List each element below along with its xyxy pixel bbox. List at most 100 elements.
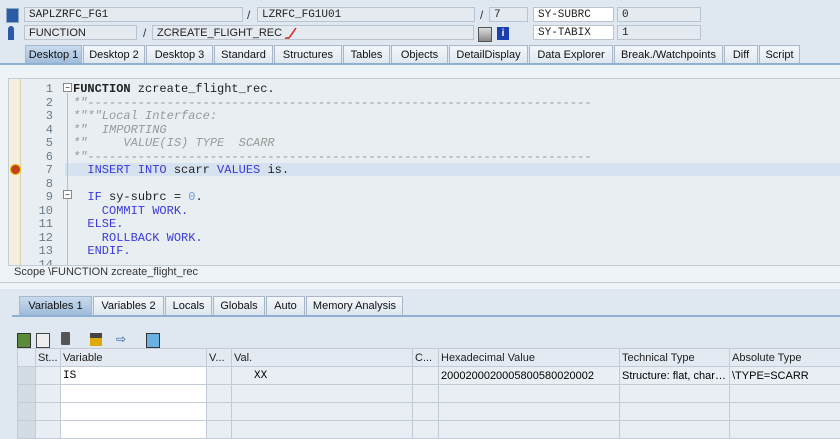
cell (439, 385, 620, 403)
row-selector[interactable] (18, 385, 36, 403)
variable-input[interactable]: IS (61, 367, 207, 385)
variable-input[interactable] (61, 385, 207, 403)
code-line: ELSE. (73, 217, 123, 231)
row-selector[interactable] (18, 403, 36, 421)
code-comment: *"--------------------------------------… (73, 96, 591, 110)
keyword: IF (73, 190, 102, 204)
include-field: LZRFC_FG1U01 (257, 7, 475, 22)
column-header[interactable]: Technical Type (620, 349, 730, 367)
tab-script[interactable]: Script (759, 45, 800, 64)
cell (232, 385, 413, 403)
row-selector-header[interactable] (18, 349, 36, 367)
tab-tables[interactable]: Tables (343, 45, 390, 64)
filter-icon[interactable] (146, 333, 160, 348)
event-type-field: FUNCTION (24, 25, 137, 40)
row-selector[interactable] (18, 367, 36, 385)
transfer-icon[interactable]: ⇨ (116, 333, 130, 346)
code-line: ROLLBACK WORK. (73, 231, 203, 245)
tab-diff[interactable]: Diff (724, 45, 758, 64)
code-line: INSERT INTO scarr VALUES is. (73, 163, 289, 177)
line-number: 2 (23, 96, 53, 110)
tab-globals[interactable]: Globals (213, 296, 265, 315)
cell (730, 385, 840, 403)
cell (413, 421, 439, 439)
append-row-icon[interactable] (36, 333, 50, 348)
column-header[interactable]: C... (413, 349, 439, 367)
info-icon[interactable]: i (497, 27, 509, 40)
cell (207, 385, 232, 403)
code-line: ENDIF. (73, 244, 131, 258)
sy-tabix-label: SY-TABIX (533, 25, 614, 40)
code-line: IF sy-subrc = 0. (73, 190, 203, 204)
tab-variables-2[interactable]: Variables 2 (93, 296, 164, 315)
hex-cell: 2000200020005800580020002 (439, 367, 620, 385)
breakpoint-icon[interactable] (10, 164, 21, 175)
cell (36, 421, 61, 439)
row-selector[interactable] (18, 421, 36, 439)
code-text: sy-subrc = (102, 190, 188, 204)
fold-toggle[interactable]: − (63, 190, 72, 199)
line-number: 14 (23, 258, 53, 267)
line-number: 11 (23, 217, 53, 231)
tab-locals[interactable]: Locals (165, 296, 212, 315)
cell (439, 421, 620, 439)
insert-row-icon[interactable] (17, 333, 31, 348)
cell (620, 421, 730, 439)
abs-type-cell: \TYPE=SCARR (730, 367, 840, 385)
table-header: St... Variable V... Val. C... Hexadecima… (18, 349, 840, 367)
value-cell[interactable]: XX (232, 367, 413, 385)
tab-watchpoints[interactable]: Break./Watchpoints (614, 45, 723, 64)
event-name-field: ZCREATE_FLIGHT_REC (152, 25, 474, 40)
line-number: 7 (23, 163, 53, 177)
column-header[interactable]: Hexadecimal Value (439, 349, 620, 367)
tab-desktop-3[interactable]: Desktop 3 (146, 45, 213, 64)
tab-detaildisplay[interactable]: DetailDisplay (449, 45, 528, 64)
variable-input[interactable] (61, 403, 207, 421)
tech-type-cell: Structure: flat, charlik... (620, 367, 730, 385)
tab-standard[interactable]: Standard (214, 45, 273, 64)
separator: / (480, 8, 483, 22)
variable-input[interactable] (61, 421, 207, 439)
column-header[interactable]: Val. (232, 349, 413, 367)
line-number: 13 (23, 244, 53, 258)
column-header[interactable]: Absolute Type (730, 349, 840, 367)
line-number: 6 (23, 150, 53, 164)
scope-label: Scope \FUNCTION zcreate_flight_rec (14, 266, 198, 278)
code-text: zcreate_flight_rec. (131, 82, 275, 96)
cell (207, 367, 232, 385)
fold-toggle[interactable]: − (63, 83, 72, 92)
table-row (18, 385, 840, 403)
code-text: scarr (167, 163, 217, 177)
line-number: 10 (23, 204, 53, 218)
tab-structures[interactable]: Structures (274, 45, 342, 64)
code-editor[interactable]: − − 1 2 3 4 5 6 7 8 9 10 11 12 13 14 FUN… (8, 78, 840, 266)
tab-objects[interactable]: Objects (391, 45, 448, 64)
code-line: COMMIT WORK. (73, 204, 188, 218)
column-header[interactable]: St... (36, 349, 61, 367)
line-number: 8 (23, 177, 53, 191)
keyword: INSERT INTO (73, 163, 167, 177)
cell (413, 385, 439, 403)
line-number: 4 (23, 123, 53, 137)
code-text: is. (260, 163, 289, 177)
line-number: 12 (23, 231, 53, 245)
program-icon (6, 8, 19, 23)
program-field: SAPLZRFC_FG1 (24, 7, 243, 22)
tab-auto[interactable]: Auto (266, 296, 305, 315)
cell (232, 403, 413, 421)
tab-memory-analysis[interactable]: Memory Analysis (306, 296, 403, 315)
sy-subrc-value: 0 (617, 7, 701, 22)
columns-icon[interactable] (90, 333, 102, 346)
tab-desktop-1[interactable]: Desktop 1 (25, 45, 82, 64)
cell (439, 403, 620, 421)
cell (207, 421, 232, 439)
sy-tabix-value: 1 (617, 25, 701, 40)
delete-icon[interactable] (61, 332, 70, 345)
tab-data-explorer[interactable]: Data Explorer (529, 45, 613, 64)
tab-desktop-2[interactable]: Desktop 2 (83, 45, 145, 64)
column-header[interactable]: V... (207, 349, 232, 367)
tab-variables-1[interactable]: Variables 1 (19, 296, 92, 315)
column-header[interactable]: Variable (61, 349, 207, 367)
display-icon[interactable] (478, 27, 492, 42)
keyword: VALUES (217, 163, 260, 177)
